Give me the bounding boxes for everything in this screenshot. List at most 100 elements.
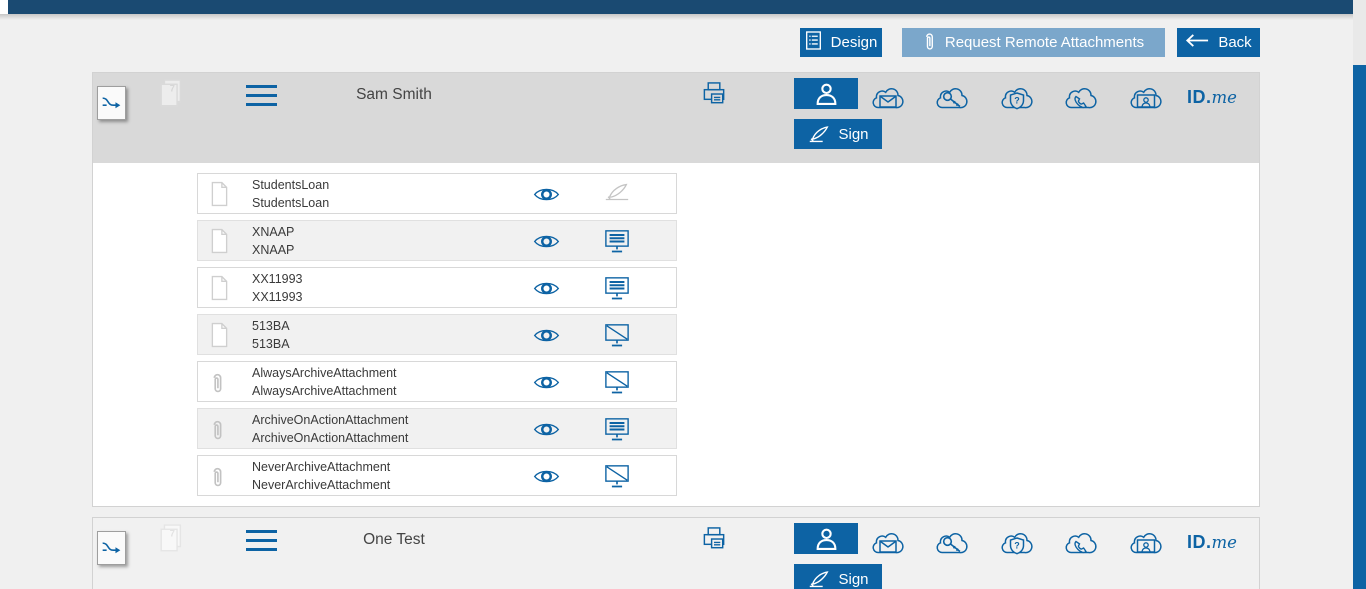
cloud-phone-icon[interactable] (1063, 82, 1099, 112)
document-labels: StudentsLoan StudentsLoan (252, 177, 329, 212)
eye-preview-icon[interactable] (533, 280, 560, 302)
doc-title: AlwaysArchiveAttachment (252, 365, 397, 383)
cloud-help-shield-icon[interactable]: ? (999, 82, 1035, 112)
cloud-help-shield-icon[interactable]: ? (999, 527, 1035, 557)
cloud-key-icon[interactable] (934, 527, 970, 557)
document-count: 7 (170, 528, 175, 538)
document-row: NeverArchiveAttachment NeverArchiveAttac… (197, 455, 677, 496)
merge-flow-button[interactable] (97, 86, 126, 120)
scrollbar-thumb[interactable] (1353, 65, 1366, 589)
eye-preview-icon[interactable] (533, 233, 560, 255)
document-action[interactable] (603, 323, 631, 348)
paperclip-icon (210, 369, 225, 401)
document-action[interactable] (603, 229, 631, 254)
doc-title: XX11993 (252, 271, 303, 289)
back-button-label: Back (1218, 34, 1251, 51)
eye-preview-icon[interactable] (533, 327, 560, 349)
idme-logo-me: me (1212, 88, 1237, 107)
eye-preview-icon[interactable] (533, 186, 560, 208)
request-button-label: Request Remote Attachments (945, 34, 1144, 51)
design-icon (805, 30, 822, 55)
request-remote-attachments-button[interactable]: Request Remote Attachments (902, 28, 1165, 57)
recipient-card-sam-smith: 7 Sam Smith (92, 72, 1260, 507)
in-person-auth-button[interactable] (794, 78, 858, 109)
quill-disabled-icon (603, 182, 631, 203)
printer-icon[interactable] (701, 81, 728, 113)
sign-button[interactable]: Sign (794, 564, 882, 589)
document-labels: NeverArchiveAttachment NeverArchiveAttac… (252, 459, 390, 494)
recipient-header: 7 One Test (93, 518, 1259, 589)
idme-logo-id: ID. (1187, 532, 1212, 552)
paperclip-icon (210, 463, 225, 495)
idme-logo-id: ID. (1187, 87, 1212, 107)
doc-subtitle: ArchiveOnActionAttachment (252, 430, 408, 448)
doc-title: 513BA (252, 318, 290, 336)
in-person-auth-button[interactable] (794, 523, 858, 554)
recipient-header: 7 Sam Smith (93, 73, 1259, 163)
top-shadow (0, 14, 1353, 20)
doc-subtitle: StudentsLoan (252, 195, 329, 213)
doc-title: NeverArchiveAttachment (252, 459, 390, 477)
eye-preview-icon[interactable] (533, 374, 560, 396)
document-row: AlwaysArchiveAttachment AlwaysArchiveAtt… (197, 361, 677, 402)
svg-text:?: ? (1014, 541, 1020, 551)
document-count: 7 (170, 83, 175, 93)
document-labels: XX11993 XX11993 (252, 271, 303, 306)
document-count-stack-icon: 7 (157, 77, 185, 118)
eye-preview-icon[interactable] (533, 468, 560, 490)
quill-icon (807, 125, 831, 144)
idme-logo[interactable]: ID.me (1187, 532, 1237, 553)
recipient-name: One Test (244, 531, 544, 549)
paperclip-icon (210, 416, 225, 448)
recipient-name: Sam Smith (244, 86, 544, 104)
top-strip (0, 0, 1353, 14)
design-button[interactable]: Design (800, 28, 882, 57)
doc-subtitle: NeverArchiveAttachment (252, 477, 390, 495)
document-action[interactable] (603, 276, 631, 301)
doc-subtitle: 513BA (252, 336, 290, 354)
page-icon (210, 275, 229, 306)
document-action[interactable] (603, 182, 631, 203)
recipient-card-one-test: 7 One Test (92, 517, 1260, 589)
document-row: 513BA 513BA (197, 314, 677, 355)
printer-icon[interactable] (701, 526, 728, 558)
person-icon (814, 82, 839, 105)
top-navy-bar (8, 0, 1353, 14)
merge-flow-icon (100, 93, 123, 113)
doc-title: XNAAP (252, 224, 294, 242)
document-labels: AlwaysArchiveAttachment AlwaysArchiveAtt… (252, 365, 397, 400)
document-row: XX11993 XX11993 (197, 267, 677, 308)
document-action[interactable] (603, 417, 631, 442)
screen-icon (603, 417, 631, 442)
idme-logo-me: me (1212, 533, 1237, 552)
cloud-key-icon[interactable] (934, 82, 970, 112)
document-row: ArchiveOnActionAttachment ArchiveOnActio… (197, 408, 677, 449)
document-action[interactable] (603, 464, 631, 489)
doc-subtitle: XX11993 (252, 289, 303, 307)
document-action[interactable] (603, 370, 631, 395)
cloud-idcard-icon[interactable] (1128, 82, 1164, 112)
eye-preview-icon[interactable] (533, 421, 560, 443)
scrollbar-track[interactable] (1353, 0, 1366, 589)
merge-flow-button[interactable] (97, 531, 126, 565)
back-arrow-icon (1185, 33, 1209, 52)
svg-text:?: ? (1014, 96, 1020, 106)
screen-off-icon (603, 323, 631, 348)
cloud-phone-icon[interactable] (1063, 527, 1099, 557)
idme-logo[interactable]: ID.me (1187, 87, 1237, 108)
design-button-label: Design (831, 34, 878, 51)
screen-icon (603, 276, 631, 301)
page-icon (210, 322, 229, 353)
doc-subtitle: AlwaysArchiveAttachment (252, 383, 397, 401)
doc-title: ArchiveOnActionAttachment (252, 412, 408, 430)
doc-title: StudentsLoan (252, 177, 329, 195)
screen-off-icon (603, 464, 631, 489)
cloud-email-icon[interactable] (870, 82, 906, 112)
cloud-email-icon[interactable] (870, 527, 906, 557)
quill-icon (807, 570, 831, 589)
document-row: StudentsLoan StudentsLoan (197, 173, 677, 214)
sign-button[interactable]: Sign (794, 119, 882, 149)
sign-button-label: Sign (838, 126, 868, 143)
back-button[interactable]: Back (1177, 28, 1260, 57)
cloud-idcard-icon[interactable] (1128, 527, 1164, 557)
